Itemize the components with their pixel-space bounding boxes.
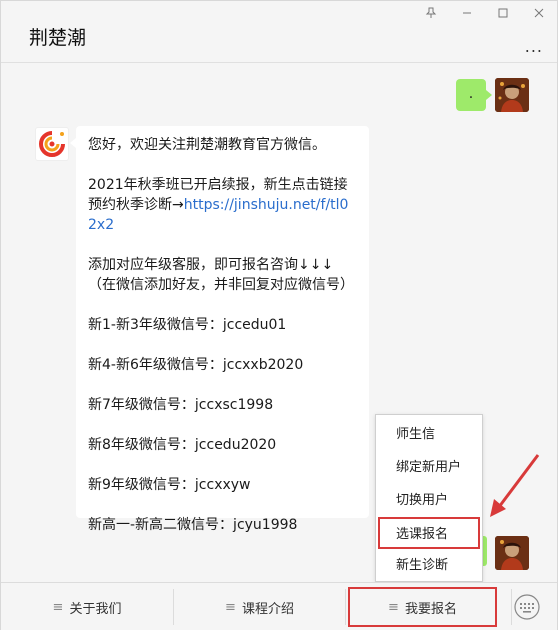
user-avatar-2[interactable]	[495, 536, 529, 570]
tab-label-enroll: 我要报名	[404, 601, 457, 617]
pin-icon[interactable]	[423, 5, 439, 21]
menu-item-bind-new-user[interactable]: 绑定新用户	[376, 452, 482, 484]
minimize-icon[interactable]	[459, 5, 475, 21]
menu-item-teacher-student-letter[interactable]: 师生信	[376, 419, 482, 451]
tab-enroll[interactable]: ≡ 我要报名	[348, 587, 497, 627]
user-avatar[interactable]	[495, 78, 529, 112]
menu-lines-icon: ≡	[388, 599, 399, 615]
close-icon[interactable]	[531, 5, 547, 21]
window-controls	[423, 5, 547, 21]
chat-title: 荆楚潮	[29, 27, 87, 49]
menu-lines-icon: ≡	[225, 599, 236, 615]
maximize-icon[interactable]	[495, 5, 511, 21]
message-high-school: 新高一-新高二微信号：jcyu1998	[88, 517, 298, 533]
menu-item-course-enrollment[interactable]: 选课报名	[378, 517, 480, 549]
title-bar: 荆楚潮 ...	[1, 1, 557, 63]
message-greeting: 您好，欢迎关注荆楚潮教育官方微信。	[88, 137, 326, 153]
message-grade-7: 新7年级微信号：jccxsc1998	[88, 397, 274, 413]
message-add-service: 添加对应年级客服，即可报名咨询↓↓↓（在微信添加好友，并非回复对应微信号）	[88, 257, 354, 293]
bottom-menu-bar: ≡ 关于我们 ≡ 课程介绍 ≡ 我要报名	[1, 582, 557, 630]
message-grade-1-3: 新1-新3年级微信号：jccedu01	[88, 317, 287, 333]
tab-label-course-intro: 课程介绍	[241, 601, 294, 617]
tab-course-intro[interactable]: ≡ 课程介绍	[174, 583, 345, 630]
tab-divider	[345, 589, 346, 625]
my-message-bubble: .	[456, 79, 492, 111]
menu-lines-icon: ≡	[52, 599, 64, 615]
popup-menu: 师生信 绑定新用户 切换用户 选课报名 新生诊断	[375, 414, 483, 582]
message-grade-4-6: 新4-新6年级微信号：jccxxb2020	[88, 357, 304, 373]
account-logo-avatar[interactable]	[35, 127, 69, 161]
wechat-chat-window: 荆楚潮 ... . 您好，欢迎关注荆楚潮教育官方微信。 2021年秋季班已开启续…	[0, 0, 558, 630]
message-enrollment: 2021年秋季班已开启续报，新生点击链接预约秋季诊断→https://jinsh…	[88, 175, 357, 235]
tab-about-us[interactable]: ≡ 关于我们	[1, 583, 173, 630]
menu-item-new-student-diagnosis[interactable]: 新生诊断	[376, 550, 482, 582]
tab-divider	[511, 589, 512, 625]
tab-label-about-us: 关于我们	[69, 601, 122, 617]
keyboard-toggle-icon[interactable]	[513, 593, 541, 621]
message-grade-9: 新9年级微信号：jccxxyw	[88, 477, 251, 493]
more-options-button[interactable]: ...	[525, 37, 543, 56]
official-message-bubble: 您好，欢迎关注荆楚潮教育官方微信。 2021年秋季班已开启续报，新生点击链接预约…	[70, 126, 369, 533]
red-arrow-annotation	[490, 454, 540, 517]
menu-item-switch-user[interactable]: 切换用户	[376, 485, 482, 517]
message-grade-8: 新8年级微信号：jccedu2020	[88, 437, 277, 453]
